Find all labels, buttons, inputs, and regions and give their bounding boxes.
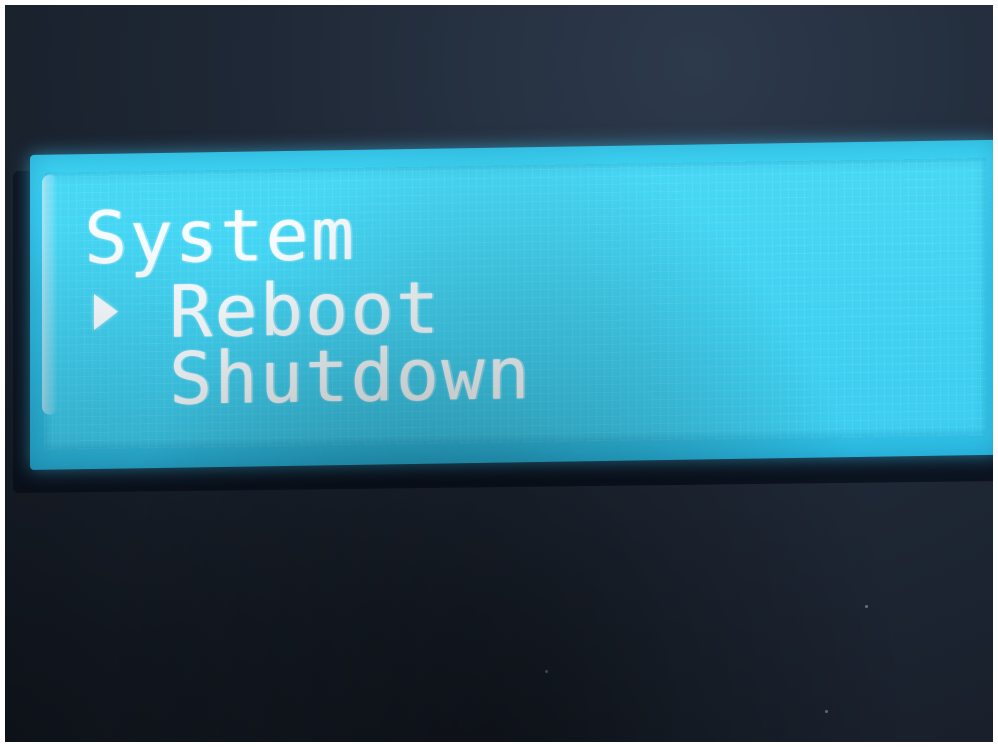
- dust-speck: [545, 670, 548, 673]
- lcd-screen: System Reboot Shutdown: [44, 157, 986, 450]
- menu-title: System: [84, 191, 357, 281]
- device-photo: System Reboot Shutdown: [5, 5, 993, 742]
- lcd-display: System Reboot Shutdown: [30, 139, 993, 470]
- screen-glare: [42, 174, 58, 415]
- dust-speck: [825, 710, 828, 713]
- selection-cursor-icon: [94, 293, 118, 330]
- dust-speck: [865, 605, 868, 608]
- menu-item-shutdown[interactable]: Shutdown: [169, 331, 532, 421]
